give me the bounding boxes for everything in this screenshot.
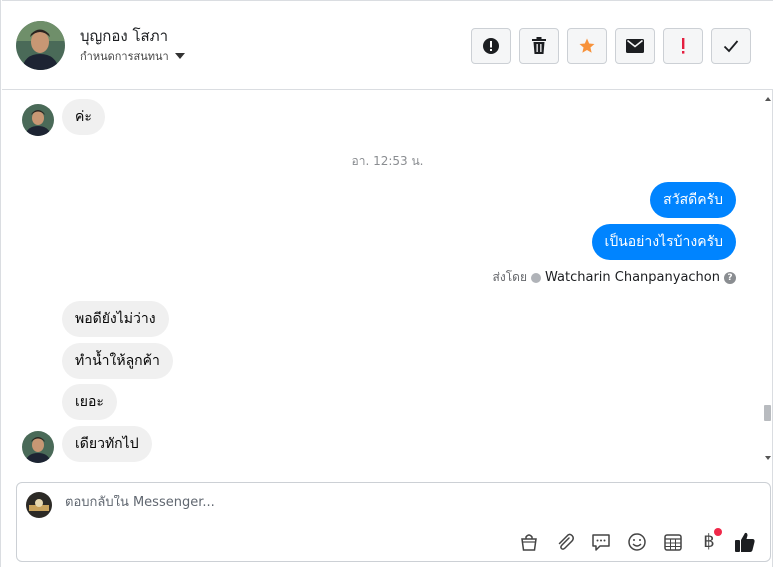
follow-up-button[interactable] [663, 28, 703, 64]
incoming-message: เยอะ [62, 384, 117, 420]
incoming-message: เดียวทักไป [62, 426, 152, 462]
message-thread[interactable]: ค่ะ อา. 12:53 น. สวัสดีครับ เป็นอย่างไรบ… [2, 91, 773, 468]
exclamation-circle-icon [483, 38, 499, 54]
incoming-message: ทำน้ำให้ลูกค้า [62, 343, 173, 379]
conversation-panel: บุญกอง โสภา กำหนดการสนทนา ค่ะ อา. 12:53 … [0, 0, 773, 567]
assign-label: กำหนดการสนทนา [80, 50, 169, 63]
trash-icon [532, 37, 546, 54]
help-icon[interactable]: ? [724, 271, 736, 284]
saved-reply-icon [592, 534, 610, 551]
incoming-message: ค่ะ [62, 99, 105, 135]
delete-button[interactable] [519, 28, 559, 64]
checkmark-icon [723, 40, 739, 53]
contact-avatar-small [22, 431, 54, 463]
shopping-bag-button[interactable] [516, 530, 542, 554]
incoming-message: พอดียังไม่ว่าง [62, 301, 169, 337]
contact-avatar[interactable] [16, 21, 65, 70]
appointment-icon [664, 534, 682, 551]
saved-replies-button[interactable] [588, 530, 614, 554]
star-icon [579, 38, 595, 53]
payment-button[interactable]: ฿ [696, 528, 722, 554]
shopping-bag-icon [521, 534, 537, 551]
reply-input[interactable] [65, 495, 665, 510]
star-button[interactable] [567, 28, 607, 64]
emoji-button[interactable] [624, 530, 650, 554]
emoji-icon [628, 533, 646, 551]
outgoing-message: สวัสดีครับ [650, 182, 736, 218]
check-circle-icon [531, 272, 541, 283]
like-icon [735, 532, 755, 552]
paperclip-icon [558, 533, 574, 550]
attach-file-button[interactable] [552, 530, 578, 554]
mark-unread-button[interactable] [615, 28, 655, 64]
mark-done-button[interactable] [711, 28, 751, 64]
scrollbar-thumb[interactable] [764, 405, 771, 421]
message-timestamp: อา. 12:53 น. [351, 154, 424, 168]
outgoing-message: เป็นอย่างไรบ้างครับ [591, 224, 736, 260]
sent-by-agent: Watcharin Chanpanyachon [545, 270, 720, 285]
page-avatar [26, 492, 52, 518]
reply-composer: ฿ [16, 482, 771, 562]
payment-icon: ฿ [703, 531, 715, 552]
mark-spam-button[interactable] [471, 28, 511, 64]
contact-avatar-small [22, 104, 54, 136]
conversation-toolbar [471, 28, 751, 64]
scroll-up-arrow-icon[interactable] [765, 97, 771, 101]
scroll-down-arrow-icon[interactable] [765, 456, 771, 460]
sent-by-label: ส่งโดย Watcharin Chanpanyachon ? [493, 268, 736, 287]
red-exclamation-icon [682, 38, 685, 54]
composer-actions: ฿ [516, 528, 758, 554]
envelope-icon [626, 39, 644, 53]
appointment-button[interactable] [660, 530, 686, 554]
conversation-header: บุญกอง โสภา กำหนดการสนทนา [2, 0, 773, 90]
assign-conversation-dropdown[interactable]: กำหนดการสนทนา [80, 47, 185, 65]
contact-name: บุญกอง โสภา [80, 27, 169, 45]
caret-down-icon [174, 53, 185, 59]
notification-dot [714, 528, 722, 536]
sent-by-prefix: ส่งโดย [492, 270, 527, 284]
like-button[interactable] [732, 530, 758, 554]
thread-scrollbar[interactable] [763, 91, 773, 468]
